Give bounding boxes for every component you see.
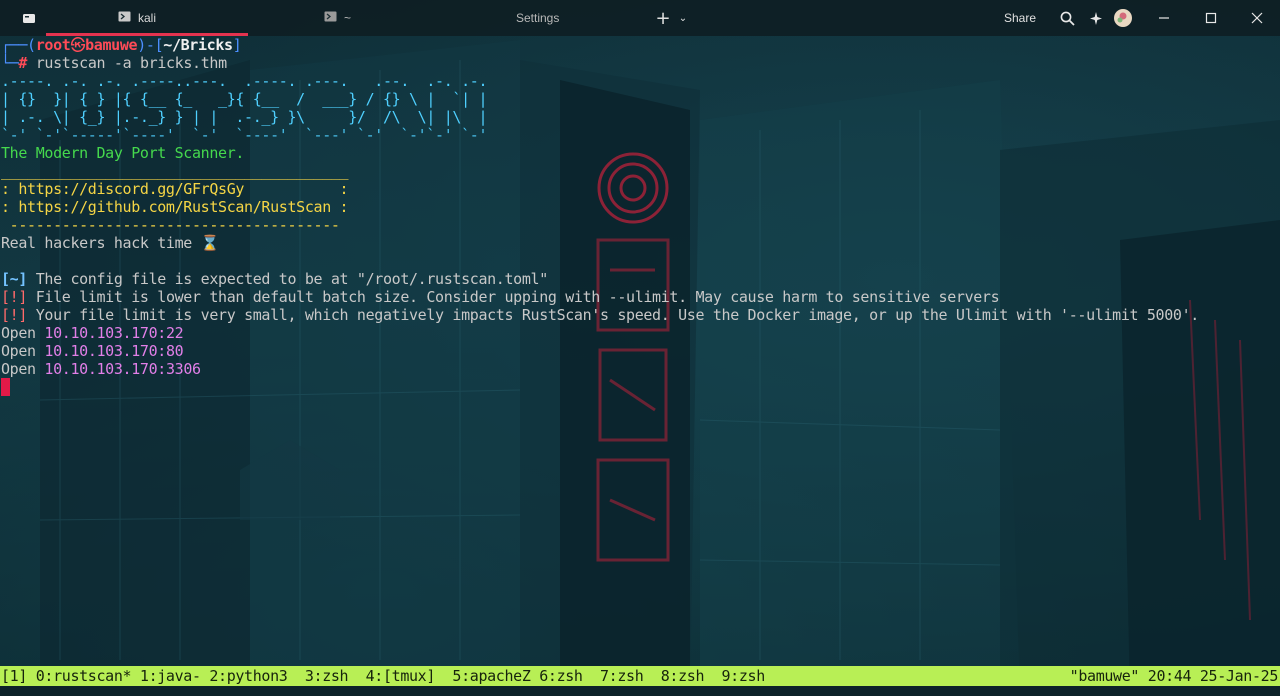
tab-label: kali [138,11,157,25]
sparkle-icon[interactable] [1085,0,1105,36]
prompt-line-1: ┌──(root㉿bamuwe)-[~/Bricks] [1,36,242,54]
command-arg: bricks.thm [139,54,227,72]
open-port-line: Open 10.10.103.170:22 [1,324,184,342]
message-tag: [!] [1,306,28,324]
banner-line-3: | .-. \| {_} |.-._} } | | .-._} }\ }/ /\… [1,108,488,126]
terminal-icon [118,11,131,25]
prompt-at: ㉿ [70,36,86,54]
search-icon[interactable] [1057,0,1077,36]
terminal-icon [324,11,337,25]
window-title: Settings [516,11,560,25]
message-text: Your file limit is very small, which neg… [27,306,1200,324]
open-address: 10.10.103.170:3306 [44,360,201,378]
tab-label: ~ [344,11,352,25]
maximize-icon[interactable] [1199,0,1223,36]
rule-top: ________________________________________ [1,162,349,180]
open-address: 10.10.103.170:80 [44,342,184,360]
prompt-dir: ~/Bricks [163,36,233,54]
banner-line-4: `-' `-'`-----'`----' `-' `----' `---' `-… [1,126,488,144]
tmux-status-bar: [1] 0:rustscan* 1:java- 2:python3 3:zsh … [0,666,1280,686]
message-text: File limit is lower than default batch s… [27,288,1000,306]
command-flag: -a [113,54,132,72]
app-icon[interactable] [18,0,40,36]
avatar[interactable] [1113,0,1133,36]
message-line: [!] File limit is lower than default bat… [1,288,1000,306]
tab-home[interactable]: ~ [324,0,424,36]
discord-link[interactable]: : https://discord.gg/GFrQsGy : [1,180,349,198]
prompt-hash: # [18,54,28,72]
chevron-down-icon[interactable]: ⌄ [676,0,690,36]
banner-line-1: .----. .-. .-. .----..---. .----. .---. … [1,72,488,90]
open-address: 10.10.103.170:22 [44,324,184,342]
open-label: Open [1,342,36,360]
prompt-user: root [35,36,71,54]
terminal-output[interactable]: ┌──(root㉿bamuwe)-[~/Bricks] └─# rustscan… [0,36,1280,666]
message-text: The config file is expected to be at "/r… [27,270,549,288]
message-line: [~] The config file is expected to be at… [1,270,548,288]
prompt-host: bamuwe [85,36,138,54]
prompt-line-2: └─# rustscan -a bricks.thm [1,54,227,72]
open-port-line: Open 10.10.103.170:80 [1,342,184,360]
close-icon[interactable] [1245,0,1269,36]
motto: Real hackers hack time ⌛ [1,234,219,252]
terminal-cursor [1,378,10,396]
open-port-line: Open 10.10.103.170:3306 [1,360,201,378]
window-titlebar: kali ~ Settings + ⌄ Share [0,0,1280,36]
open-label: Open [1,360,36,378]
open-label: Open [1,324,36,342]
share-button[interactable]: Share [1000,0,1040,36]
github-link[interactable]: : https://github.com/RustScan/RustScan : [1,198,349,216]
tmux-window-list[interactable]: [1] 0:rustscan* 1:java- 2:python3 3:zsh … [1,666,765,686]
tmux-status-right: "bamuwe" 20:44 25-Jan-25 [1069,667,1279,685]
message-tag: [!] [1,288,28,306]
message-tag: [~] [1,270,28,288]
tagline: The Modern Day Port Scanner. [1,144,245,162]
tab-kali[interactable]: kali [118,0,248,36]
message-line: [!] Your file limit is very small, which… [1,306,1199,324]
plus-icon[interactable]: + [654,0,672,36]
bottom-strip [0,686,1280,696]
minimize-icon[interactable] [1152,0,1176,36]
rule-bottom: -------------------------------------- [1,216,340,234]
banner-line-2: | {} }| { } |{ {__ {_ _}{ {__ / ___} / {… [1,90,488,108]
command-name: rustscan [35,54,106,72]
